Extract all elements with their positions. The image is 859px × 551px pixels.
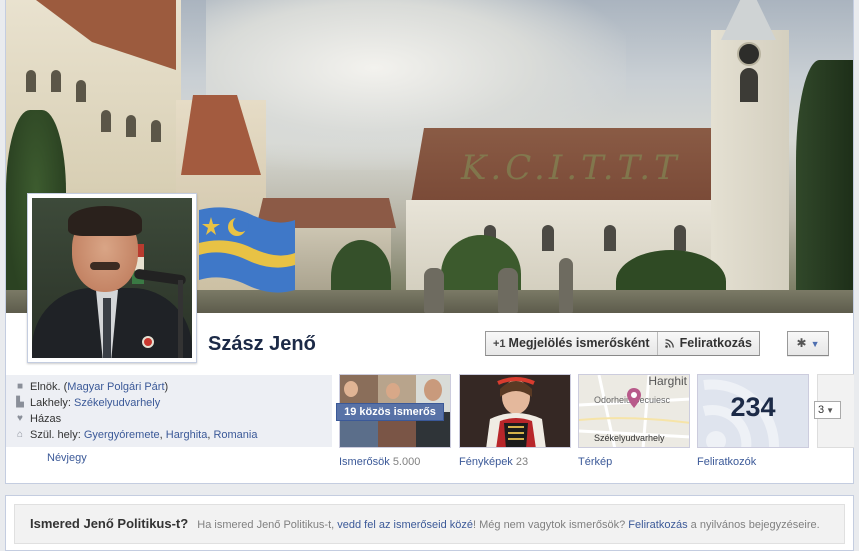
- photos-label: Fényképek 23: [459, 456, 528, 468]
- cover-statue: [424, 268, 444, 313]
- info-work: ■ Elnök. (Magyar Polgári Párt): [17, 379, 332, 395]
- info-relationship: ♥ Házas: [17, 411, 332, 427]
- do-you-know-box: Ismered Jenő Politikus-t? Ha ismered Jen…: [5, 495, 854, 551]
- map-city-label: Székelyudvarhely: [594, 433, 665, 443]
- photo-thumbnail: [460, 375, 570, 447]
- chevron-down-icon: ▼: [826, 406, 835, 415]
- photo-tie: [103, 298, 111, 358]
- work-org-link[interactable]: Magyar Polgári Párt: [67, 381, 164, 393]
- cover-statue: [559, 258, 573, 313]
- cover-window: [101, 110, 111, 132]
- cover-window: [604, 225, 616, 251]
- friend-face: [344, 381, 358, 397]
- map-label: Térkép: [578, 456, 612, 468]
- cover-window: [674, 225, 686, 251]
- add-friend-link[interactable]: vedd fel az ismerőseid közé: [337, 519, 473, 531]
- heart-icon: ♥: [17, 413, 23, 424]
- photo-mic-stand: [178, 280, 183, 358]
- map-link[interactable]: Térkép: [578, 456, 612, 468]
- cover-window: [126, 115, 136, 137]
- friends-count: 5.000: [392, 456, 421, 468]
- friend-face: [424, 379, 442, 401]
- add-friend-icon: +1: [493, 338, 506, 350]
- house-icon: ▙: [16, 397, 24, 408]
- subscribers-label: Feliratkozók: [697, 456, 756, 468]
- profile-info: ■ Elnök. (Magyar Polgári Párt) ▙ Lakhely…: [6, 375, 332, 447]
- cover-window: [26, 70, 36, 92]
- cover-window: [740, 68, 758, 102]
- friends-link[interactable]: Ismerősök: [339, 456, 390, 468]
- photos-tile[interactable]: [459, 374, 571, 448]
- profile-name[interactable]: Szász Jenő: [208, 333, 316, 356]
- add-friend-label: Megjelölés ismerősként: [508, 336, 650, 350]
- info-lives: ▙ Lakhely: Székelyudvarhely: [16, 395, 332, 411]
- born-prefix: Szül. hely:: [30, 429, 84, 441]
- cover-window: [542, 225, 554, 251]
- cover-clock: [737, 42, 761, 66]
- know-text-1: Ha ismered Jenő Politikus-t,: [197, 519, 338, 531]
- profile-photo: [32, 198, 192, 358]
- more-count: 3: [818, 404, 825, 416]
- cover-window: [76, 80, 86, 102]
- born-region-link[interactable]: Harghita: [166, 429, 208, 441]
- cover-spire: [721, 0, 776, 40]
- do-you-know-inner: Ismered Jenő Politikus-t? Ha ismered Jen…: [14, 504, 845, 544]
- do-you-know-title: Ismered Jenő Politikus-t?: [30, 516, 189, 531]
- photos-count: 23: [515, 456, 529, 468]
- map-tile[interactable]: Harghit Odorheiu Secuiesc Székelyudvarhe…: [578, 374, 690, 448]
- do-you-know-text: Ha ismered Jenő Politikus-t, vedd fel az…: [197, 519, 819, 531]
- home-icon: ⌂: [16, 429, 24, 440]
- cover-statue: [498, 268, 518, 313]
- subscribe-button[interactable]: Feliratkozás: [656, 332, 759, 355]
- subscribers-count: 234: [730, 392, 776, 422]
- rss-icon: [664, 338, 677, 350]
- settings-dropdown-button[interactable]: ✱ ▼: [787, 331, 829, 356]
- subscribe-label: Feliratkozás: [679, 336, 752, 350]
- work-suffix: ): [164, 381, 169, 393]
- know-text-3: a nyilvános bejegyzéseire.: [687, 519, 820, 531]
- info-born: ⌂ Szül. hely: Gyergyóremete, Harghita, R…: [17, 427, 332, 443]
- chevron-down-icon: ▼: [810, 339, 820, 349]
- profile-action-buttons: +1 Megjelölés ismerősként Feliratkozás: [485, 331, 760, 356]
- know-text-2: ! Még nem vagytok ismerősök?: [473, 519, 629, 531]
- cover-window: [51, 70, 61, 92]
- mutual-friends-badge[interactable]: 19 közös ismerős: [336, 403, 444, 421]
- friend-face: [386, 383, 400, 399]
- about-link[interactable]: Névjegy: [47, 452, 87, 464]
- subscribe-link[interactable]: Feliratkozás: [628, 519, 687, 531]
- photo-hair: [68, 206, 142, 236]
- szekely-flag: [199, 207, 295, 293]
- born-country-link[interactable]: Romania: [213, 429, 257, 441]
- friends-label: Ismerősök 5.000: [339, 456, 420, 468]
- lives-prefix: Lakhely:: [30, 397, 75, 409]
- photo-mustache: [90, 262, 120, 270]
- photos-link[interactable]: Fényképek: [459, 456, 513, 468]
- subscribers-link[interactable]: Feliratkozók: [697, 456, 756, 468]
- cover-watermark: K.C.I.T.T.T: [461, 148, 681, 188]
- born-place-link[interactable]: Gyergyóremete: [84, 429, 160, 441]
- profile-picture[interactable]: [27, 193, 197, 363]
- lives-city-link[interactable]: Székelyudvarhely: [74, 397, 160, 409]
- add-friend-button[interactable]: +1 Megjelölés ismerősként: [486, 332, 657, 355]
- work-prefix: Elnök. (: [30, 381, 68, 393]
- cover-tree: [796, 60, 853, 313]
- photo-badge: [142, 336, 154, 348]
- more-tiles-dropdown[interactable]: 3 ▼: [814, 401, 841, 419]
- map-region-text: Harghit: [648, 374, 687, 388]
- map-pin-icon: [627, 388, 641, 408]
- briefcase-icon: ■: [16, 381, 24, 392]
- cover-window: [151, 120, 161, 142]
- relationship-status: Házas: [30, 413, 62, 425]
- gear-icon: ✱: [796, 336, 807, 350]
